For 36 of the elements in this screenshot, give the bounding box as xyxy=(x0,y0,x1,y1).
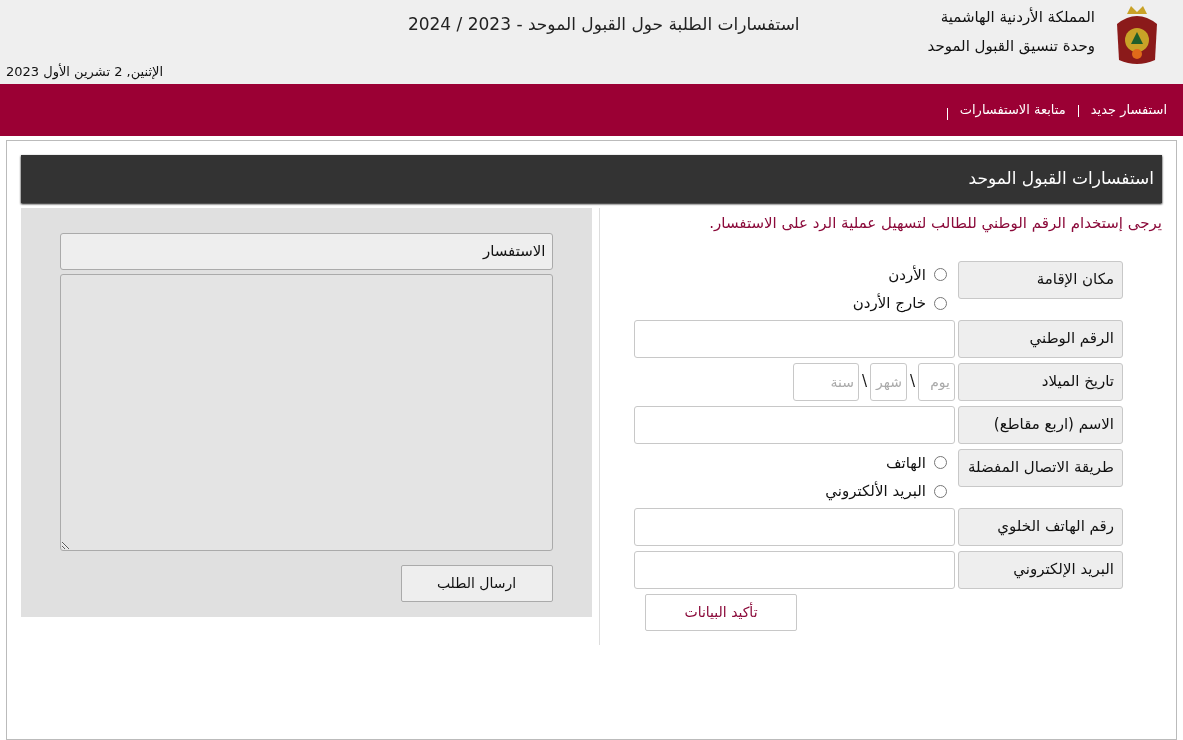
text-field[interactable] xyxy=(634,550,955,589)
radio-button[interactable] xyxy=(934,484,947,498)
nav-link[interactable]: استفسار جديد xyxy=(1090,100,1167,120)
radio-label: البريد الألكتروني xyxy=(825,480,926,503)
field-label: الرقم الوطني xyxy=(958,319,1123,358)
date-field[interactable]: يوم xyxy=(918,362,955,401)
inquiry-label: الاستفسار xyxy=(60,233,553,270)
radio-button[interactable] xyxy=(934,268,947,282)
org-name: المملكة الأردنية الهاشمية xyxy=(939,6,1095,28)
radio-label: الأردن xyxy=(888,264,926,286)
radio-button[interactable] xyxy=(934,296,947,310)
field-label: تاريخ الميلاد xyxy=(958,362,1123,401)
date-field[interactable]: شهر xyxy=(869,362,907,401)
date-field[interactable]: سنة xyxy=(792,362,859,401)
date-separator: \ xyxy=(909,371,915,393)
panel-header: استفسارات القبول الموحد xyxy=(21,155,1162,203)
current-date: الإثنين, 2 تشرين الأول 2023 xyxy=(6,62,164,82)
notice-text: يرجى إستخدام الرقم الوطني للطالب لتسهيل عملية الرد على الاستفسار. xyxy=(708,213,1162,235)
text-field[interactable] xyxy=(634,319,955,358)
field-label: طريقة الاتصال المفضلة xyxy=(958,448,1123,487)
send-button[interactable]: ارسال الطلب xyxy=(400,565,553,602)
field-label: رقم الهاتف الخلوي xyxy=(958,507,1123,546)
field-label: الاسم (اربع مقاطع) xyxy=(958,405,1123,444)
confirm-button[interactable]: تأكيد البيانات xyxy=(645,593,797,631)
page-title: استفسارات الطلبة حول القبول الموحد - 2023 / 2024 xyxy=(407,13,800,36)
text-field[interactable] xyxy=(634,507,955,546)
unit-name: وحدة تنسيق القبول الموحد xyxy=(927,35,1095,57)
radio-label: الهاتف xyxy=(886,452,926,474)
nav-link[interactable]: متابعة الاستفسارات xyxy=(959,100,1066,120)
radio-label: خارج الأردن xyxy=(852,292,926,315)
date-separator: \ xyxy=(861,371,867,393)
radio-button[interactable] xyxy=(934,456,947,470)
field-label: مكان الإقامة xyxy=(958,260,1123,299)
field-label: البريد الإلكتروني xyxy=(958,550,1123,589)
text-field[interactable] xyxy=(634,405,955,444)
inquiry-textarea[interactable] xyxy=(60,274,553,551)
